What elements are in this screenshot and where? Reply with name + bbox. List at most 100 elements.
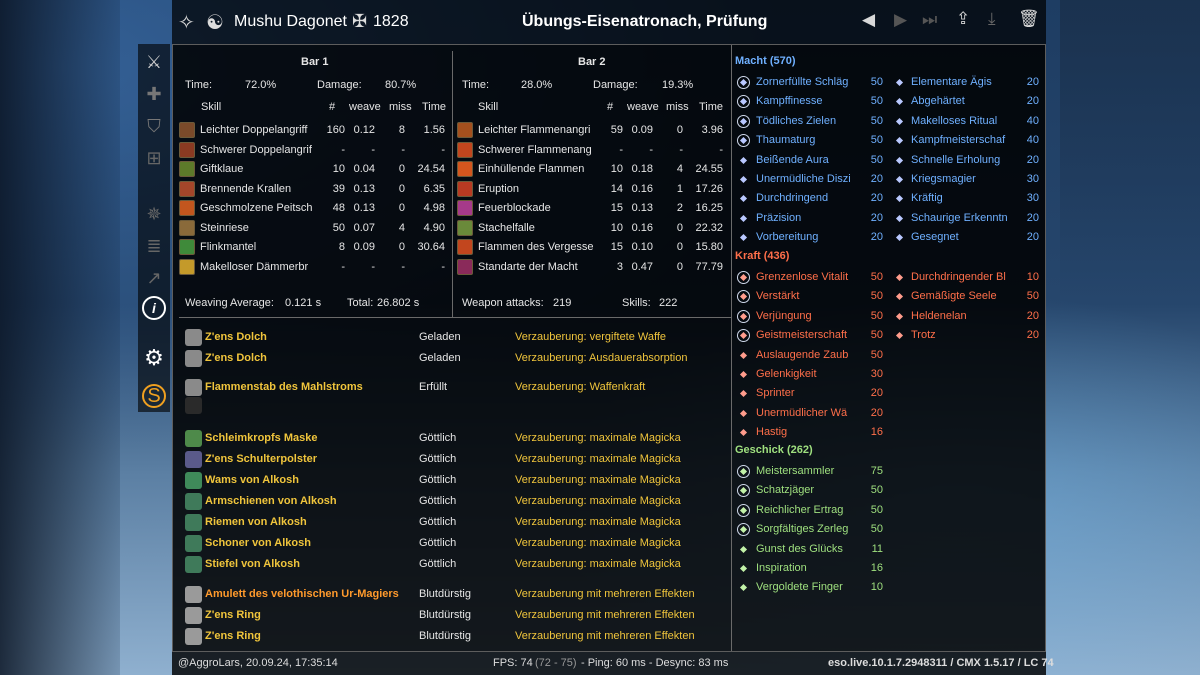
bar1-damage-value: 80.7% xyxy=(385,79,417,91)
slotted-star-icon xyxy=(737,114,750,128)
last-fight-icon[interactable]: ⏭ xyxy=(922,10,937,30)
gear-enchant: Verzauberung: maximale Magicka xyxy=(515,495,681,507)
skill-time: 15.80 xyxy=(695,241,723,253)
shoulder-icon xyxy=(185,451,202,468)
legs-icon xyxy=(185,535,202,552)
bar1-total-label: Total: xyxy=(347,297,374,309)
gear-trait: Göttlich xyxy=(419,453,457,465)
cp-skill-value: 16 xyxy=(870,426,883,439)
bar1-weaving-value: 0.121 s xyxy=(285,297,322,309)
dagger-icon xyxy=(185,350,202,367)
bar1-col-time: Time xyxy=(422,101,447,113)
star-icon xyxy=(893,192,906,205)
skill-miss: 0 xyxy=(676,124,683,136)
slotted-star-icon xyxy=(737,290,750,304)
star-icon xyxy=(737,231,750,244)
gear-trait: Göttlich xyxy=(419,558,457,570)
gear-enchant: Verzauberung: maximale Magicka xyxy=(515,537,681,549)
cp-macht-title: Macht (570) xyxy=(735,55,796,67)
gear-name: Armschienen von Alkosh xyxy=(205,495,337,507)
cp-skill-value: 50 xyxy=(870,329,883,342)
healing-icon[interactable]: ✚ xyxy=(142,82,166,106)
addon-icon[interactable]: S xyxy=(142,384,166,408)
cp-skill-name: Vergoldete Finger xyxy=(756,581,843,594)
cp-skill-name: Meistersammler xyxy=(756,465,835,477)
skill-icon xyxy=(179,122,195,138)
skill-icon xyxy=(179,161,195,177)
star-icon xyxy=(893,134,906,147)
settings-icon[interactable]: ⚙ xyxy=(142,345,166,370)
bar1-col-count: # xyxy=(329,101,336,113)
bar2-col-miss: miss xyxy=(666,101,689,113)
skill-time: 4.90 xyxy=(423,221,445,234)
cp-skill-name: Durchdringend xyxy=(756,192,829,205)
gear-name: Wams von Alkosh xyxy=(205,474,299,486)
skill-time: 30.64 xyxy=(417,241,445,253)
gear-enchant: Verzauberung: vergiftete Waffe xyxy=(515,331,667,343)
cp-skill-name: Gelenkigkeit xyxy=(756,368,817,380)
fps-range: (72 - 75) xyxy=(535,657,577,669)
upload-icon[interactable]: ⇪ xyxy=(956,9,970,29)
star-icon xyxy=(893,115,906,128)
skill-icon xyxy=(179,258,195,275)
cp-skill-value: 50 xyxy=(870,114,883,127)
cp-skill-value: 30 xyxy=(1026,173,1039,185)
buffs-icon[interactable]: ✵ xyxy=(142,202,166,226)
log-icon[interactable]: ≣ xyxy=(142,234,166,258)
skill-name: Geschmolzene Peitsch xyxy=(200,202,313,214)
cp-skill-value: 50 xyxy=(870,309,883,322)
bar1-col-weave: weave xyxy=(349,101,381,113)
author-timestamp: @AggroLars, 20.09.24, 17:35:14 xyxy=(178,657,338,669)
fight-title: Übungs-Eisenatronach, Prüfung xyxy=(522,13,768,30)
skill-name: Makelloser Dämmerbr xyxy=(200,260,309,273)
cp-skill-name: Präzision xyxy=(756,211,802,224)
healing-taken-icon[interactable]: ⊞ xyxy=(142,146,166,170)
background-tree-left xyxy=(0,0,120,675)
gear-enchant: Verzauberung: maximale Magicka xyxy=(515,432,681,444)
skill-miss: 0 xyxy=(676,221,683,234)
damage-taken-icon[interactable]: ⛉ xyxy=(142,114,166,138)
cp-skill-name: Verstärkt xyxy=(756,290,800,303)
gear-enchant: Verzauberung: Ausdauerabsorption xyxy=(515,352,688,364)
star-icon xyxy=(737,212,750,225)
star-icon xyxy=(893,95,906,108)
graph-icon[interactable]: ↗ xyxy=(142,266,166,290)
bar1-time-label: Time: xyxy=(185,79,213,91)
save-icon[interactable]: ⤓ xyxy=(988,9,996,29)
skill-miss: - xyxy=(401,260,405,273)
cp-skill-value: 20 xyxy=(870,406,883,419)
cp-skill-value: 40 xyxy=(1026,134,1039,147)
cp-skill-value: 20 xyxy=(1026,95,1039,108)
slotted-star-icon xyxy=(737,503,750,517)
gear-enchant: Verzauberung: maximale Magicka xyxy=(515,474,681,486)
gear-trait: Geladen xyxy=(419,352,461,364)
trash-icon[interactable]: 🗑 xyxy=(1018,9,1040,29)
skill-icon xyxy=(457,239,473,255)
star-icon xyxy=(737,154,750,167)
skill-time: 24.55 xyxy=(695,163,723,175)
cp-skill-value: 50 xyxy=(870,523,883,536)
gear-enchant: Verzauberung mit mehreren Effekten xyxy=(515,588,695,600)
star-icon xyxy=(737,407,750,420)
info-icon[interactable]: i xyxy=(142,296,166,320)
cp-skill-value: 50 xyxy=(1026,290,1039,303)
skill-name: Leichter Doppelangriff xyxy=(200,124,308,136)
attack-icon[interactable]: ⚔ xyxy=(142,50,166,74)
skill-name: Leichter Flammenangri xyxy=(478,124,591,136)
cp-skill-value: 20 xyxy=(870,211,883,224)
cp-skill-value: 50 xyxy=(870,134,883,147)
slotted-star-icon xyxy=(737,76,750,89)
skill-icon xyxy=(457,122,473,138)
star-icon xyxy=(737,581,750,594)
star-icon xyxy=(893,231,906,244)
star-icon xyxy=(737,192,750,205)
slotted-star-icon xyxy=(737,484,750,498)
cp-skill-name: Vorbereitung xyxy=(756,231,819,244)
star-icon xyxy=(893,76,906,89)
star-icon xyxy=(893,212,906,225)
next-fight-icon[interactable]: ▶ xyxy=(894,10,907,30)
cp-skill-name: Kriegsmagier xyxy=(911,173,976,185)
bar2-col-count: # xyxy=(607,101,614,113)
skill-icon xyxy=(457,219,473,236)
prev-fight-icon[interactable]: ◀ xyxy=(862,10,875,30)
